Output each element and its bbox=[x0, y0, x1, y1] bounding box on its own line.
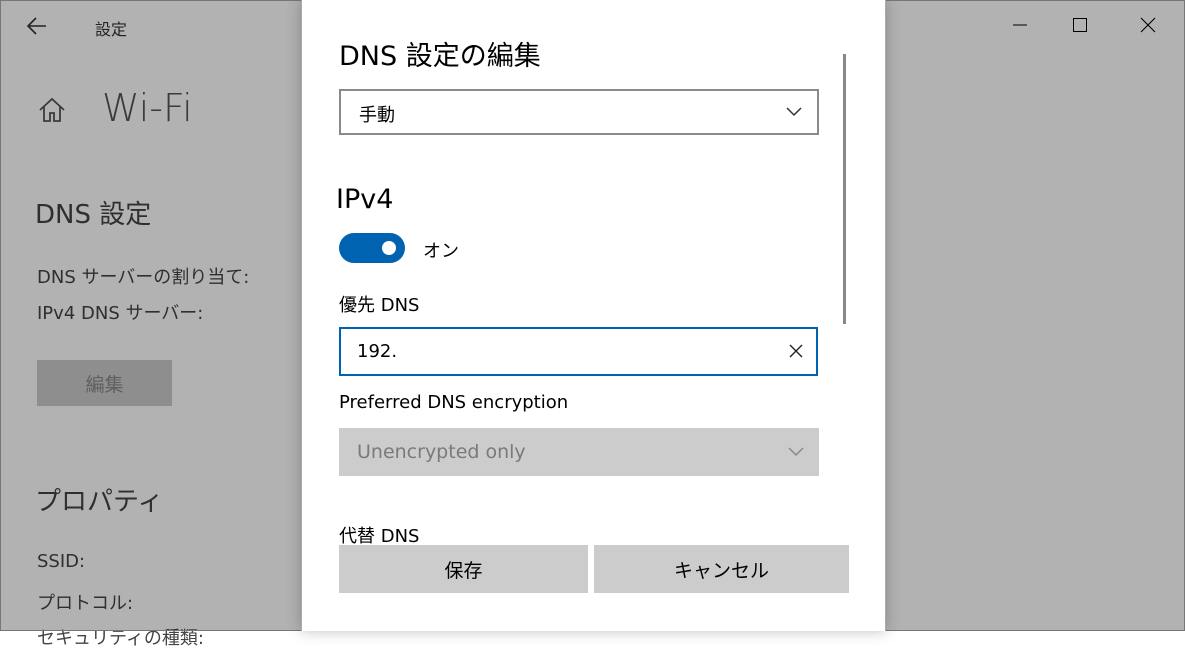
dialog-title: DNS 設定の編集 bbox=[339, 41, 541, 72]
chevron-down-icon bbox=[788, 447, 804, 457]
preferred-encryption-label: Preferred DNS encryption bbox=[339, 392, 569, 413]
toggle-knob bbox=[382, 241, 396, 255]
preferred-dns-input[interactable]: 192. bbox=[339, 327, 818, 376]
preferred-dns-label: 優先 DNS bbox=[339, 295, 420, 316]
scrollbar[interactable] bbox=[843, 54, 846, 324]
ipv4-toggle[interactable] bbox=[339, 233, 405, 263]
preferred-dns-value: 192. bbox=[357, 341, 398, 362]
preferred-encryption-value: Unencrypted only bbox=[357, 441, 526, 463]
cancel-button[interactable]: キャンセル bbox=[594, 545, 849, 593]
ipv4-heading: IPv4 bbox=[336, 184, 394, 215]
chevron-down-icon bbox=[786, 107, 802, 117]
dns-mode-select[interactable]: 手動 bbox=[339, 89, 819, 135]
clear-icon[interactable] bbox=[788, 343, 804, 359]
dns-mode-value: 手動 bbox=[359, 105, 395, 126]
edit-dns-dialog: DNS 設定の編集 手動 IPv4 オン 優先 DNS 192. Preferr… bbox=[301, 0, 886, 631]
preferred-encryption-select[interactable]: Unencrypted only bbox=[339, 428, 819, 476]
ipv4-toggle-state: オン bbox=[423, 241, 459, 262]
save-button[interactable]: 保存 bbox=[339, 545, 588, 593]
